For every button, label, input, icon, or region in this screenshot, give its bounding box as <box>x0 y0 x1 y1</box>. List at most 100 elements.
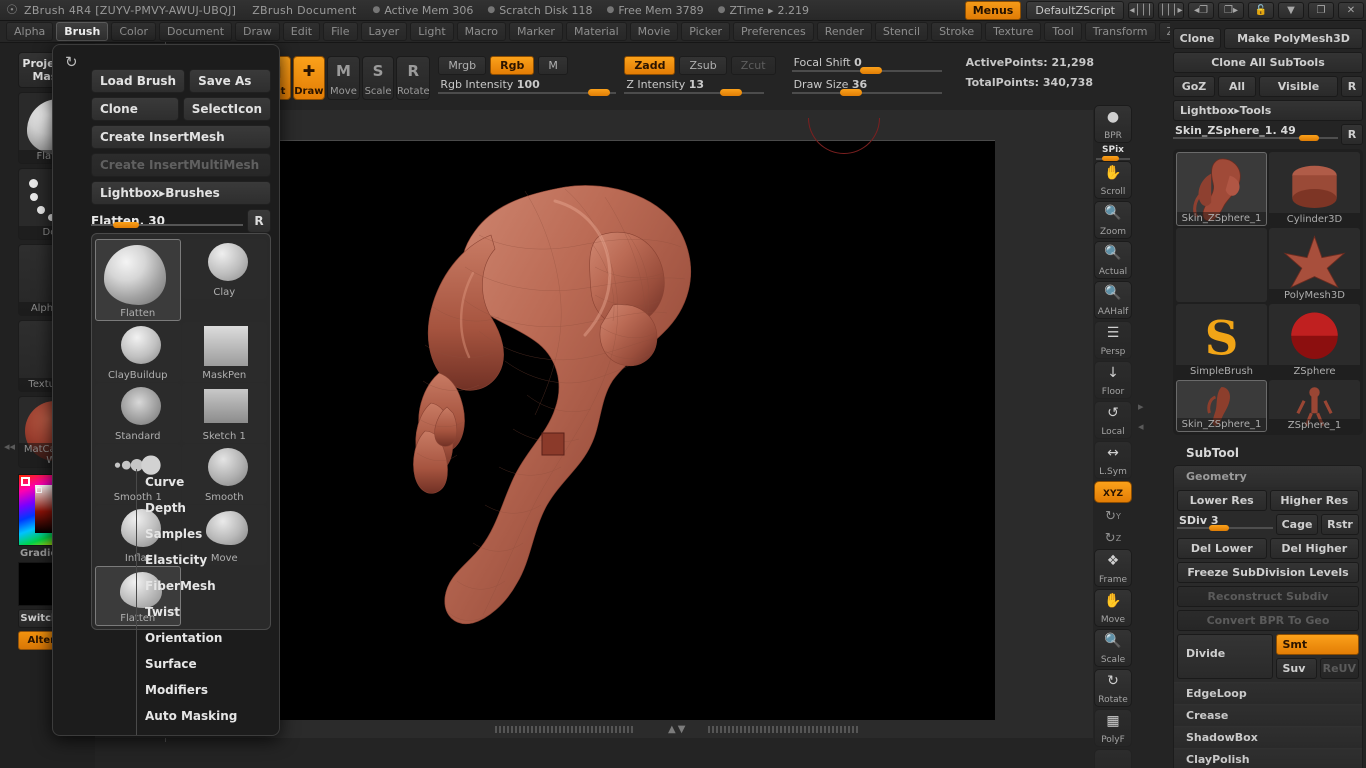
frame-button[interactable]: ❖ Frame <box>1094 549 1132 587</box>
geometry-item-crease[interactable]: Crease <box>1174 704 1362 726</box>
tool-thumb-cylinder3d[interactable]: Cylinder3D <box>1269 152 1360 226</box>
draw-button[interactable]: ✚ Draw <box>292 56 326 100</box>
xyz-button[interactable]: XYZ <box>1094 481 1132 503</box>
brush-cell-standard[interactable]: Standard <box>95 383 181 443</box>
tool-thumb-zsphere-1[interactable]: ZSphere_1 <box>1269 380 1360 432</box>
menu-tool[interactable]: Tool <box>1044 22 1082 41</box>
lightbox-brushes-button[interactable]: Lightbox▸Brushes <box>91 181 271 205</box>
lower-res-button[interactable]: Lower Res <box>1177 490 1267 511</box>
clone-brush-button[interactable]: Clone <box>91 97 179 121</box>
zscript-button[interactable]: DefaultZScript <box>1026 1 1124 20</box>
slider-knob[interactable] <box>588 89 611 96</box>
all-button[interactable]: All <box>1218 76 1256 97</box>
geometry-header[interactable]: Geometry <box>1174 466 1362 487</box>
slider-knob[interactable] <box>839 89 862 96</box>
rgb-button[interactable]: Rgb <box>490 56 535 75</box>
spix-slider[interactable]: SPix <box>1094 145 1132 161</box>
save-as-button[interactable]: Save As <box>189 69 271 93</box>
menu-picker[interactable]: Picker <box>681 22 730 41</box>
menu-edit[interactable]: Edit <box>282 22 321 41</box>
create-insertmultimesh-button[interactable]: Create InsertMultiMesh <box>91 153 271 177</box>
mrgb-button[interactable]: Mrgb <box>438 56 487 75</box>
rotate-nav-button[interactable]: ↻ Rotate <box>1094 669 1132 707</box>
create-insertmesh-button[interactable]: Create InsertMesh <box>91 125 271 149</box>
next-items-icon[interactable]: │││▸ <box>1158 2 1184 19</box>
next-window-icon[interactable]: ❐▸ <box>1218 2 1244 19</box>
brush-section-auto-masking[interactable]: Auto Masking <box>137 703 279 729</box>
tool-item-slider[interactable]: Skin_ZSphere_1. 49 <box>1173 124 1338 142</box>
menu-draw[interactable]: Draw <box>235 22 280 41</box>
menu-file[interactable]: File <box>323 22 358 41</box>
scale-button[interactable]: S Scale <box>361 56 395 100</box>
brush-section-modifiers[interactable]: Modifiers <box>137 677 279 703</box>
right-edge-collapse-arrow-icon[interactable]: ▸ <box>1138 400 1144 413</box>
m-button[interactable]: M <box>538 56 568 75</box>
zadd-button[interactable]: Zadd <box>624 56 676 75</box>
menu-alpha[interactable]: Alpha <box>6 22 54 41</box>
floor-button[interactable]: ↓ Floor <box>1094 361 1132 399</box>
del-higher-button[interactable]: Del Higher <box>1269 538 1359 559</box>
goz-button[interactable]: GoZ <box>1173 76 1215 97</box>
freeze-subdivision-button[interactable]: Freeze SubDivision Levels <box>1177 562 1359 583</box>
menu-layer[interactable]: Layer <box>360 22 408 41</box>
rstr-button[interactable]: Rstr <box>1321 514 1359 535</box>
sculpted-model-viewport[interactable] <box>395 175 795 655</box>
tool-thumb-zsphere[interactable]: ZSphere <box>1269 304 1360 378</box>
canvas-scroll-left[interactable] <box>495 726 635 733</box>
brush-section-orientation[interactable]: Orientation <box>137 625 279 651</box>
slider-knob[interactable] <box>859 67 882 74</box>
smt-button[interactable]: Smt <box>1275 634 1359 655</box>
scroll-button[interactable]: ✋ Scroll <box>1094 161 1132 199</box>
brush-cell-sketch1[interactable]: Sketch 1 <box>181 383 267 443</box>
slider-knob[interactable] <box>1299 135 1319 141</box>
brush-section-curve[interactable]: Curve <box>137 469 279 495</box>
local-button[interactable]: ↺ Local <box>1094 401 1132 439</box>
menu-stencil[interactable]: Stencil <box>874 22 929 41</box>
zcut-button[interactable]: Zcut <box>730 56 776 75</box>
convert-bpr-button[interactable]: Convert BPR To Geo <box>1177 610 1359 631</box>
prev-window-icon[interactable]: ◂❐ <box>1188 2 1214 19</box>
menu-stroke[interactable]: Stroke <box>931 22 983 41</box>
persp-button[interactable]: ☰ Persp <box>1094 321 1132 359</box>
transp-button[interactable] <box>1094 749 1132 768</box>
zoom-button[interactable]: 🔍 Zoom <box>1094 201 1132 239</box>
close-icon[interactable]: ✕ <box>1338 2 1364 19</box>
canvas-scroll-right[interactable] <box>708 726 858 733</box>
geometry-item-claypolish[interactable]: ClayPolish <box>1174 748 1362 768</box>
primary-color-swatch[interactable] <box>18 562 53 606</box>
tool-thumb-polymesh3d[interactable]: PolyMesh3D <box>1269 228 1360 302</box>
brush-section-fibermesh[interactable]: FiberMesh <box>137 573 279 599</box>
reuv-button[interactable]: ReUV <box>1319 658 1359 679</box>
y-axis-button[interactable]: ↻ Y <box>1094 505 1132 527</box>
draw-size-slider[interactable]: Draw Size 36 <box>791 78 942 97</box>
restore-icon[interactable]: ❐ <box>1308 2 1334 19</box>
menu-transform[interactable]: Transform <box>1084 22 1156 41</box>
menu-material[interactable]: Material <box>565 22 627 41</box>
slider-knob[interactable] <box>113 222 139 228</box>
bpr-render-button[interactable]: ● BPR <box>1094 105 1132 143</box>
tool-thumb-simplebrush[interactable]: S SimpleBrush <box>1176 304 1267 378</box>
suv-button[interactable]: Suv <box>1275 658 1317 679</box>
prev-items-icon[interactable]: ◂│││ <box>1128 2 1154 19</box>
menu-texture[interactable]: Texture <box>985 22 1042 41</box>
actual-button[interactable]: 🔍 Actual <box>1094 241 1132 279</box>
menu-light[interactable]: Light <box>410 22 454 41</box>
refresh-icon[interactable]: ↻ <box>65 53 78 71</box>
visible-button[interactable]: Visible <box>1259 76 1338 97</box>
minimize-icon[interactable]: ▼ <box>1278 2 1304 19</box>
brush-section-samples[interactable]: Samples <box>137 521 279 547</box>
subtool-section-title[interactable]: SubTool <box>1170 439 1366 465</box>
slider-knob[interactable] <box>720 89 743 96</box>
clone-button[interactable]: Clone <box>1173 28 1221 49</box>
brush-section-elasticity[interactable]: Elasticity <box>137 547 279 573</box>
scale-nav-button[interactable]: 🔍 Scale <box>1094 629 1132 667</box>
tool-thumb-skin-zsphere-1-small[interactable]: Skin_ZSphere_1 <box>1176 380 1267 432</box>
geometry-item-shadowbox[interactable]: ShadowBox <box>1174 726 1362 748</box>
menu-marker[interactable]: Marker <box>508 22 563 41</box>
brush-section-tablet-pressure[interactable]: Tablet Pressure <box>137 729 279 735</box>
left-edge-collapse-arrow-icon[interactable]: ◂◂ <box>4 440 15 453</box>
move-nav-button[interactable]: ✋ Move <box>1094 589 1132 627</box>
move-button[interactable]: M Move <box>327 56 360 100</box>
menu-brush[interactable]: Brush <box>56 22 109 41</box>
slider-knob[interactable] <box>1209 525 1229 531</box>
